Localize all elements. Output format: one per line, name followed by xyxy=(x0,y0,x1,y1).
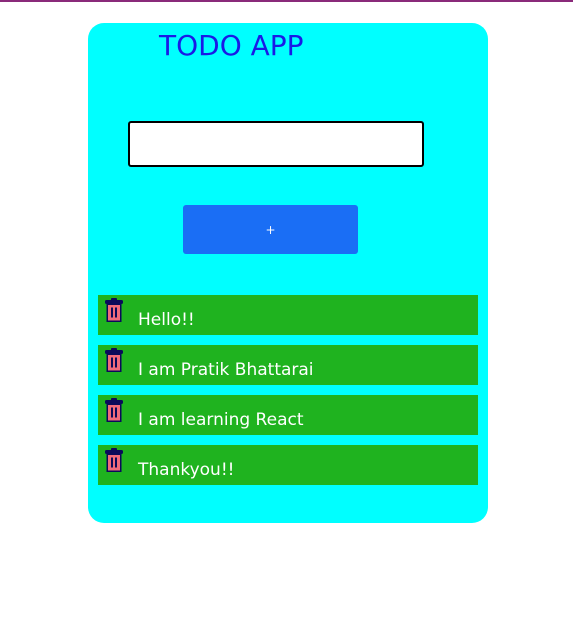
todo-item-text: Thankyou!! xyxy=(138,460,235,480)
todo-item: Thankyou!! xyxy=(98,445,478,485)
todo-item: Hello!! xyxy=(98,295,478,335)
todo-item-text: I am Pratik Bhattarai xyxy=(138,360,314,380)
trash-icon[interactable] xyxy=(105,298,123,322)
add-todo-button[interactable]: + xyxy=(183,205,358,254)
todo-item: I am learning React xyxy=(98,395,478,435)
top-divider xyxy=(0,0,573,2)
todo-item-text: Hello!! xyxy=(138,310,195,330)
todo-item-text: I am learning React xyxy=(138,410,304,430)
todo-list: Hello!! I am Pratik Bhattarai I am learn… xyxy=(98,295,478,495)
todo-card: TODO APP + Hello!! I am Pratik Bhattarai… xyxy=(88,23,488,523)
todo-item: I am Pratik Bhattarai xyxy=(98,345,478,385)
app-title: TODO APP xyxy=(159,29,304,62)
trash-icon[interactable] xyxy=(105,448,123,472)
trash-icon[interactable] xyxy=(105,348,123,372)
todo-input[interactable] xyxy=(128,121,424,167)
trash-icon[interactable] xyxy=(105,398,123,422)
